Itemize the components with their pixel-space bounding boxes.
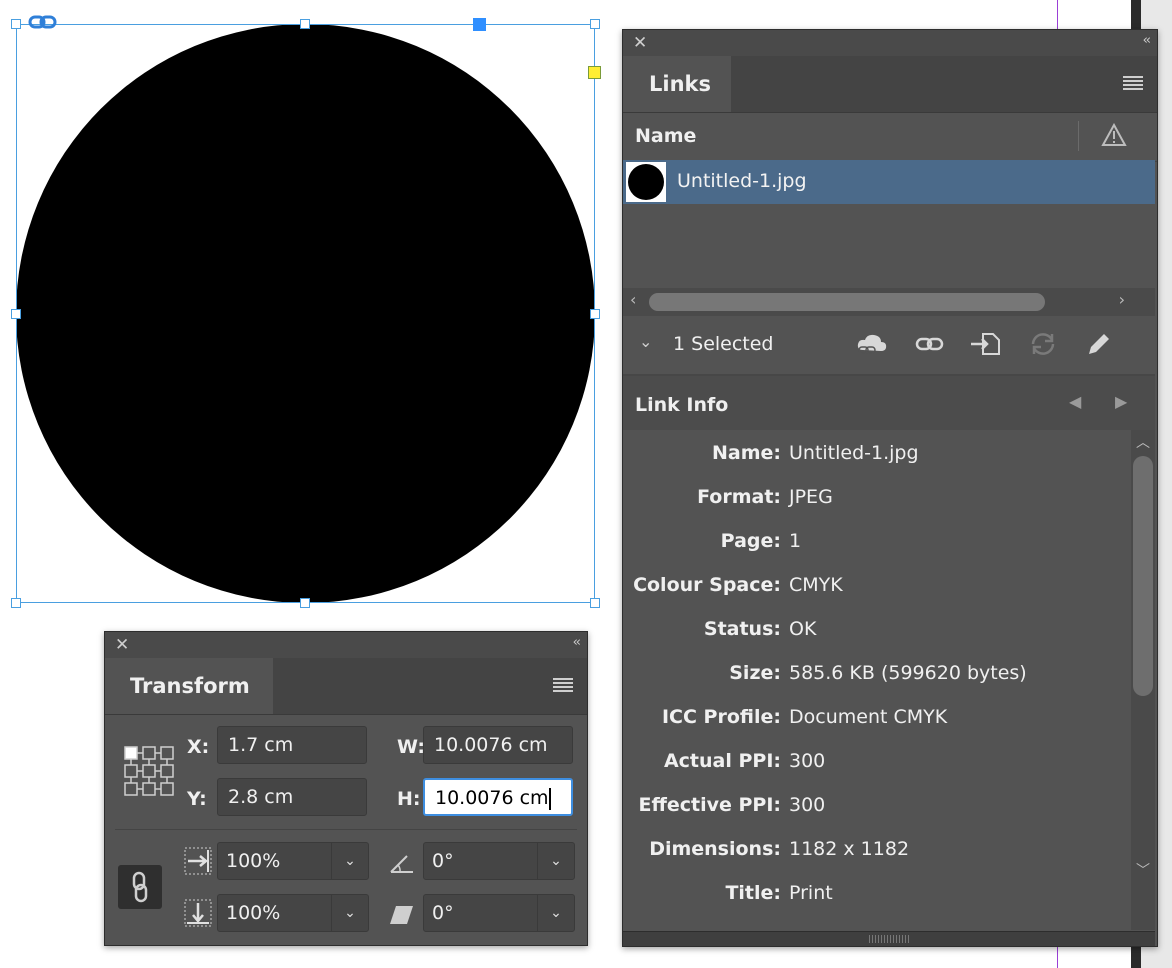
info-row: Effective PPI: 300 — [638, 794, 826, 816]
panel-menu-icon[interactable] — [553, 678, 573, 692]
info-row: Dimensions: 1182 x 1182 — [649, 838, 910, 860]
link-info-header: Link Info ◀ ▶ — [623, 376, 1155, 430]
w-label: W: — [397, 736, 425, 758]
x-position-field[interactable]: 1.7 cm — [217, 726, 367, 764]
info-row: Page: 1 — [720, 530, 802, 552]
scroll-left-icon[interactable]: ‹ — [630, 290, 636, 309]
collapse-icon[interactable]: ‹‹ — [1143, 33, 1152, 48]
rotation-angle-icon — [390, 855, 413, 873]
info-row: Title: Print — [725, 882, 833, 904]
selection-frame[interactable] — [16, 24, 595, 603]
info-row: ICC Profile: Document CMYK — [661, 706, 948, 728]
h-label: H: — [397, 788, 421, 810]
tab-links[interactable]: Links — [623, 56, 731, 112]
link-info-body: Name: Untitled-1.jpg Format: JPEG Page: 1 C… — [623, 430, 1155, 930]
chevron-down-icon[interactable]: ⌄ — [331, 895, 368, 931]
tab-transform[interactable]: Transform — [105, 658, 273, 714]
scroll-up-icon[interactable]: ︿ — [1136, 432, 1150, 452]
link-thumbnail — [626, 162, 666, 202]
vertical-scrollbar[interactable]: ︿ ﹀ — [1131, 430, 1155, 930]
panel-titlebar[interactable]: ✕ ‹‹ — [105, 632, 587, 658]
handle-top-right[interactable] — [590, 19, 600, 29]
scroll-down-icon[interactable]: ﹀ — [1136, 860, 1150, 880]
panel-resize-grip[interactable] — [623, 931, 1155, 946]
link-badge-icon[interactable] — [28, 14, 58, 30]
links-tabbar: Links — [623, 56, 1157, 113]
links-column-header: Name — [623, 113, 1157, 162]
warning-icon[interactable] — [1101, 123, 1127, 147]
selection-count: 1 Selected — [673, 333, 774, 355]
links-panel: ✕ ‹‹ Links Name Untitled-1.jpg ‹ › ⌄ 1 S… — [622, 29, 1158, 947]
scale-y-combo[interactable]: 100% ⌄ — [217, 894, 369, 932]
link-filename: Untitled-1.jpg — [677, 170, 807, 192]
next-link-icon[interactable]: ▶ — [1115, 392, 1127, 411]
chevron-down-icon[interactable]: ⌄ — [537, 895, 574, 931]
height-value: 10.0076 cm — [435, 787, 549, 809]
y-label: Y: — [187, 788, 207, 810]
shear-value: 0° — [432, 902, 454, 924]
links-toolbar: ⌄ 1 Selected — [623, 318, 1155, 376]
scale-x-combo[interactable]: 100% ⌄ — [217, 842, 369, 880]
info-row: Name: Untitled-1.jpg — [711, 442, 919, 464]
panel-titlebar[interactable]: ✕ ‹‹ — [623, 30, 1157, 56]
handle-bottom-center[interactable] — [300, 598, 310, 608]
y-position-field[interactable]: 2.8 cm — [217, 778, 367, 816]
handle-top-left[interactable] — [11, 19, 21, 29]
chain-link-icon — [132, 871, 148, 903]
scale-y-icon — [184, 899, 212, 927]
info-row: Size: 585.6 KB (599620 bytes) — [729, 662, 1027, 684]
handle-top-center[interactable] — [300, 19, 310, 29]
info-row: Colour Space: CMYK — [633, 574, 843, 596]
previous-link-icon[interactable]: ◀ — [1069, 392, 1081, 411]
transform-panel: ✕ ‹‹ Transform X: 1.7 cm Y: 2.8 cm W: 10… — [104, 631, 588, 946]
info-row: Format: JPEG — [697, 486, 833, 508]
chevron-down-icon[interactable]: ⌄ — [537, 843, 574, 879]
horizontal-scrollbar[interactable]: ‹ › — [623, 288, 1155, 316]
collapse-icon[interactable]: ‹‹ — [573, 635, 582, 650]
go-to-link-icon[interactable] — [969, 330, 1003, 358]
scale-x-value: 100% — [226, 850, 281, 872]
scroll-right-icon[interactable]: › — [1119, 290, 1125, 309]
scrollbar-thumb[interactable] — [649, 293, 1045, 311]
width-field[interactable]: 10.0076 cm — [423, 726, 573, 764]
reference-point-icon[interactable] — [123, 745, 175, 797]
update-link-icon[interactable] — [1026, 330, 1060, 358]
relink-icon[interactable] — [913, 330, 947, 358]
corner-options-handle[interactable] — [588, 66, 601, 79]
close-icon[interactable]: ✕ — [115, 635, 129, 655]
handle-bottom-left[interactable] — [11, 598, 21, 608]
scale-x-icon — [184, 847, 212, 875]
link-list-item[interactable]: Untitled-1.jpg — [623, 160, 1155, 204]
column-name-label[interactable]: Name — [635, 125, 696, 147]
transform-tabbar: Transform — [105, 658, 587, 715]
constrain-proportions-button[interactable] — [118, 865, 162, 909]
rotation-value: 0° — [432, 850, 454, 872]
scale-y-value: 100% — [226, 902, 281, 924]
edit-original-icon[interactable] — [1081, 330, 1115, 358]
shear-combo[interactable]: 0° ⌄ — [423, 894, 575, 932]
info-row: Status: OK — [703, 618, 817, 640]
info-row: Actual PPI: 300 — [663, 750, 826, 772]
content-grabber-handle[interactable] — [473, 18, 486, 31]
panel-menu-icon[interactable] — [1123, 76, 1143, 90]
handle-bottom-right[interactable] — [590, 598, 600, 608]
shear-angle-icon — [390, 906, 413, 924]
rotation-combo[interactable]: 0° ⌄ — [423, 842, 575, 880]
chevron-down-icon[interactable]: ⌄ — [639, 332, 652, 351]
link-info-title: Link Info — [635, 394, 729, 416]
close-icon[interactable]: ✕ — [633, 33, 647, 53]
scrollbar-thumb[interactable] — [1133, 456, 1153, 696]
cloud-link-icon[interactable] — [855, 330, 889, 358]
height-field[interactable]: 10.0076 cm — [423, 778, 573, 816]
handle-middle-right[interactable] — [590, 309, 600, 319]
handle-middle-left[interactable] — [11, 309, 21, 319]
chevron-down-icon[interactable]: ⌄ — [331, 843, 368, 879]
x-label: X: — [187, 736, 210, 758]
